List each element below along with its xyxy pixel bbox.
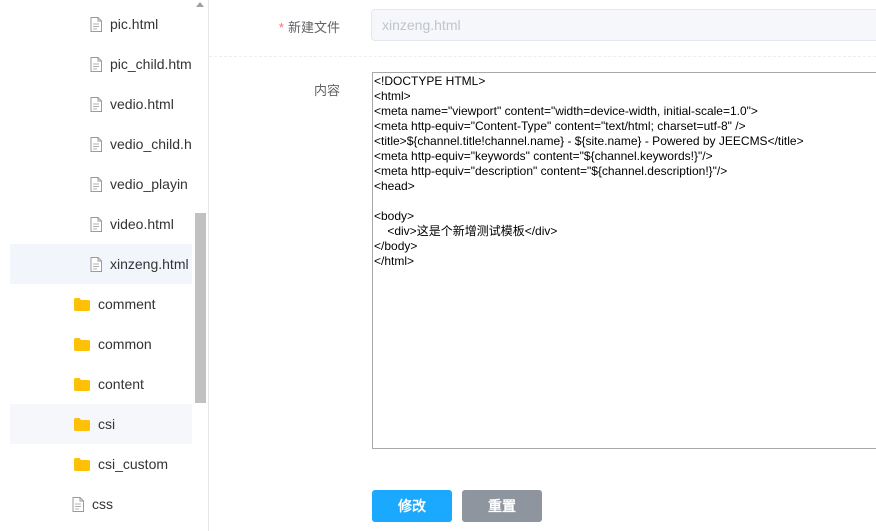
required-mark: * <box>278 20 284 35</box>
file-icon <box>72 496 84 512</box>
tree-item-label: video.html <box>110 216 174 232</box>
tree-item-label: vedio_playin <box>110 176 188 192</box>
tree-item-label: comment <box>98 296 156 312</box>
tree-folder-csi[interactable]: csi <box>10 404 192 444</box>
file-icon <box>90 96 102 112</box>
tree-item-label: pic_child.htm <box>110 56 192 72</box>
tree-file-pic-html[interactable]: pic.html <box>10 4 192 44</box>
filename-input[interactable] <box>371 9 876 41</box>
tree-file-css[interactable]: css <box>10 484 192 524</box>
tree-item-label: vedio.html <box>110 96 174 112</box>
folder-icon-graphic <box>74 297 90 311</box>
folder-icon-graphic <box>74 417 90 431</box>
form-divider <box>209 56 876 57</box>
content-label: 内容 <box>313 83 340 98</box>
folder-icon <box>74 377 90 391</box>
folder-icon <box>74 417 90 431</box>
tree-item-label: xinzeng.html <box>110 256 189 272</box>
file-icon <box>90 136 102 152</box>
folder-icon-graphic <box>74 377 90 391</box>
sidebar-scrollbar[interactable] <box>193 0 208 531</box>
edit-form: *新建文件 内容 修改 重置 <box>209 0 876 531</box>
folder-icon <box>74 337 90 351</box>
app-window: pic.html pic_child.htm vedio.html vedio_chi… <box>0 0 876 531</box>
file-icon-graphic <box>90 256 102 272</box>
file-icon <box>90 176 102 192</box>
tree-file-video-html[interactable]: video.html <box>10 204 192 244</box>
file-icon-graphic <box>90 56 102 72</box>
file-icon-graphic <box>90 96 102 112</box>
tree-item-label: csi_custom <box>98 456 169 472</box>
reset-button[interactable]: 重置 <box>462 490 542 522</box>
folder-icon <box>74 457 90 471</box>
tree-folder-comment[interactable]: comment <box>10 284 192 324</box>
tree-item-label: common <box>98 336 152 352</box>
scroll-up-arrow-icon[interactable] <box>196 2 204 7</box>
content-textarea[interactable] <box>372 72 876 449</box>
file-icon <box>90 256 102 272</box>
tree-item-label: vedio_child.h <box>110 136 192 152</box>
tree-file-xinzeng-html[interactable]: xinzeng.html <box>10 244 192 284</box>
tree-file-vedio-child-h[interactable]: vedio_child.h <box>10 124 192 164</box>
folder-icon-graphic <box>74 337 90 351</box>
folder-icon <box>74 297 90 311</box>
file-tree-sidebar: pic.html pic_child.htm vedio.html vedio_chi… <box>0 0 209 531</box>
tree-item-label: pic.html <box>110 16 159 32</box>
filename-label: * 新建文件 <box>278 20 340 35</box>
file-icon-graphic <box>72 496 84 512</box>
tree-file-vedio-playin[interactable]: vedio_playin <box>10 164 192 204</box>
tree-folder-content[interactable]: content <box>10 364 192 404</box>
scrollbar-thumb[interactable] <box>195 213 206 403</box>
tree-folder-csi-custom[interactable]: csi_custom <box>10 444 192 484</box>
file-icon-graphic <box>90 136 102 152</box>
file-icon <box>90 16 102 32</box>
file-icon-graphic <box>90 176 102 192</box>
file-icon-graphic <box>90 16 102 32</box>
tree-folder-common[interactable]: common <box>10 324 192 364</box>
save-button[interactable]: 修改 <box>372 490 452 522</box>
tree-file-vedio-html[interactable]: vedio.html <box>10 84 192 124</box>
file-icon <box>90 56 102 72</box>
file-icon-graphic <box>90 216 102 232</box>
folder-icon-graphic <box>74 457 90 471</box>
file-icon <box>90 216 102 232</box>
tree-item-label: content <box>98 376 144 392</box>
tree-file-pic-child-htm[interactable]: pic_child.htm <box>10 44 192 84</box>
tree-item-label: css <box>92 496 113 512</box>
tree-item-label: csi <box>98 416 116 432</box>
